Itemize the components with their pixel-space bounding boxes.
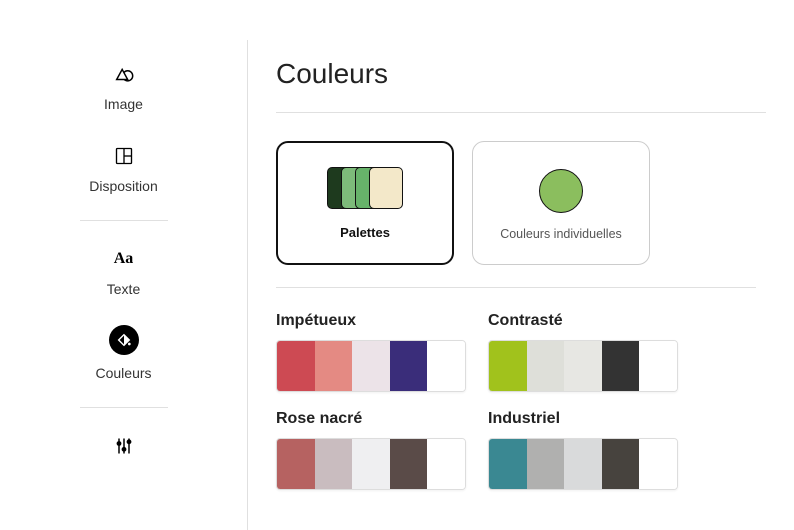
sidebar-item-label: Couleurs xyxy=(95,365,151,381)
mode-palettes[interactable]: Palettes xyxy=(276,141,454,265)
sidebar-divider xyxy=(80,220,168,221)
swatch xyxy=(527,439,565,489)
swatch xyxy=(352,439,390,489)
sidebar-item-couleurs[interactable]: Couleurs xyxy=(0,325,247,381)
swatch xyxy=(315,341,353,391)
swatch xyxy=(277,439,315,489)
sidebar-item-label: Disposition xyxy=(89,178,157,194)
swatch xyxy=(564,341,602,391)
swatch xyxy=(639,341,677,391)
swatch xyxy=(489,341,527,391)
swatch xyxy=(390,439,428,489)
sidebar: Image Disposition Aa Texte xyxy=(0,40,248,530)
text-icon: Aa xyxy=(112,247,136,271)
palette-item-rose-nacre[interactable]: Rose nacré xyxy=(276,410,466,490)
paint-bucket-icon xyxy=(109,325,139,355)
swatch-row xyxy=(276,438,466,490)
swatch xyxy=(427,439,465,489)
palette-name: Contrasté xyxy=(488,312,678,330)
divider xyxy=(276,287,756,288)
sidebar-divider xyxy=(80,407,168,408)
mode-label: Palettes xyxy=(340,225,390,240)
swatch xyxy=(527,341,565,391)
palette-item-impetueux[interactable]: Impétueux xyxy=(276,312,466,392)
palette-fan-icon xyxy=(327,167,403,211)
layout-icon xyxy=(112,144,136,168)
mode-selector: Palettes Couleurs individuelles xyxy=(276,141,766,265)
swatch xyxy=(315,439,353,489)
main-panel: Couleurs Palettes Couleurs individuelles xyxy=(248,40,794,530)
swatch xyxy=(639,439,677,489)
swatch xyxy=(277,341,315,391)
sliders-icon xyxy=(112,434,136,458)
swatch xyxy=(427,341,465,391)
palette-name: Industriel xyxy=(488,410,678,428)
color-circle-icon xyxy=(539,169,583,213)
sidebar-item-disposition[interactable]: Disposition xyxy=(0,144,247,194)
swatch xyxy=(602,439,640,489)
swatch xyxy=(602,341,640,391)
palette-item-industriel[interactable]: Industriel xyxy=(488,410,678,490)
sidebar-item-texte[interactable]: Aa Texte xyxy=(0,247,247,297)
sidebar-item-image[interactable]: Image xyxy=(0,62,247,112)
swatch xyxy=(564,439,602,489)
swatch-row xyxy=(488,438,678,490)
divider xyxy=(276,112,766,113)
swatch-row xyxy=(276,340,466,392)
sidebar-item-label: Image xyxy=(104,96,143,112)
page-title: Couleurs xyxy=(276,58,766,90)
swatch-row xyxy=(488,340,678,392)
swatch xyxy=(390,341,428,391)
sidebar-item-reglages[interactable] xyxy=(0,434,247,458)
swatch xyxy=(489,439,527,489)
sidebar-item-label: Texte xyxy=(107,281,140,297)
palette-name: Rose nacré xyxy=(276,410,466,428)
swatch xyxy=(352,341,390,391)
palette-item-contraste[interactable]: Contrasté xyxy=(488,312,678,392)
palette-name: Impétueux xyxy=(276,312,466,330)
shapes-icon xyxy=(112,62,136,86)
mode-label: Couleurs individuelles xyxy=(500,227,622,241)
palette-grid: Impétueux Contrasté xyxy=(276,312,766,490)
mode-individual-colors[interactable]: Couleurs individuelles xyxy=(472,141,650,265)
